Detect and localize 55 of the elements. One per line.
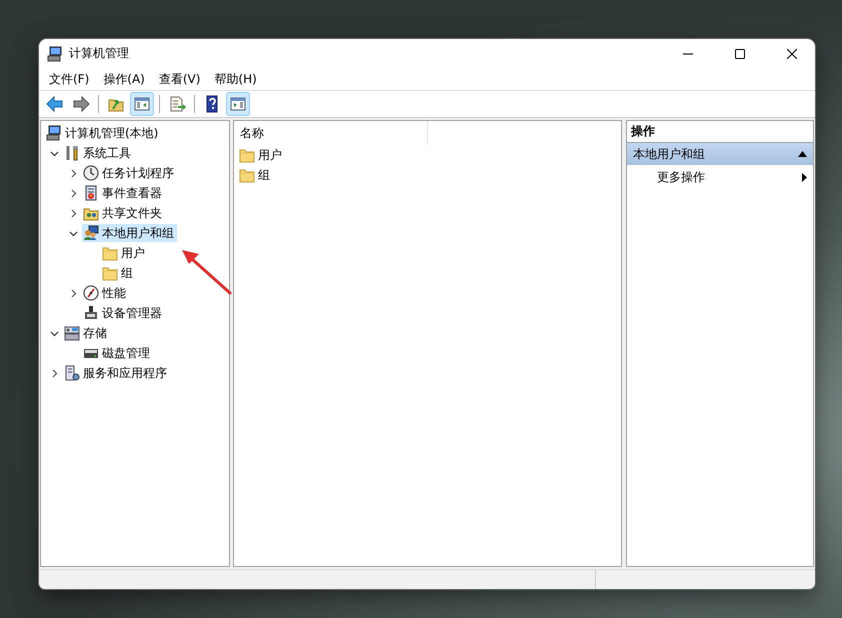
tree-item[interactable]: 组 <box>101 264 136 282</box>
list-item[interactable]: 组 <box>236 165 273 185</box>
maximize-icon <box>735 48 745 58</box>
tree-item[interactable]: 事件查看器 <box>82 184 165 202</box>
collapse-chevron-icon[interactable] <box>68 228 78 238</box>
gauge-icon <box>83 285 99 301</box>
collapse-chevron-icon[interactable] <box>50 148 58 158</box>
printer-device-icon <box>83 305 99 321</box>
storage-icon <box>64 325 80 341</box>
list-item[interactable]: 用户 <box>236 145 285 165</box>
toolbar-button[interactable] <box>130 92 154 116</box>
folder-icon <box>239 167 255 183</box>
tree-item[interactable]: 存储 <box>63 324 110 342</box>
expand-chevron-icon[interactable] <box>68 208 78 218</box>
tree-item[interactable]: 任务计划程序 <box>82 164 177 182</box>
tree-item[interactable]: 用户 <box>101 244 148 262</box>
menu-item[interactable]: 帮助(H) <box>208 68 263 90</box>
clock-icon <box>83 165 99 181</box>
event-log-icon <box>83 185 99 201</box>
toolbar-button[interactable] <box>226 92 250 116</box>
tree-item[interactable]: 磁盘管理 <box>82 344 153 362</box>
computer-icon <box>47 46 63 62</box>
tree-item[interactable]: 共享文件夹 <box>82 204 165 222</box>
tree-item[interactable]: 性能 <box>82 284 129 302</box>
expand-chevron-icon[interactable] <box>68 188 78 198</box>
folder-icon <box>102 265 118 281</box>
folder-icon <box>239 147 255 163</box>
expand-chevron-icon[interactable] <box>68 288 78 298</box>
users-icon <box>83 225 99 241</box>
menu-item[interactable]: 查看(V) <box>152 68 206 90</box>
folder-icon <box>102 245 118 261</box>
submenu-arrow-icon <box>802 172 807 182</box>
tree-item[interactable]: 服务和应用程序 <box>63 364 170 382</box>
forward-arrow-icon <box>72 95 90 113</box>
computer-icon <box>46 125 62 141</box>
tree-item[interactable]: 计算机管理(本地) <box>45 124 162 142</box>
server-gear-icon <box>64 365 80 381</box>
menu-item[interactable]: 操作(A) <box>97 68 151 90</box>
expand-chevron-icon[interactable] <box>68 168 78 178</box>
section-label: 本地用户和组 <box>633 146 705 162</box>
panel-left-icon <box>133 95 151 113</box>
close-icon <box>787 48 797 58</box>
tree-item[interactable]: 设备管理器 <box>82 304 165 322</box>
back-arrow-icon <box>46 95 64 113</box>
action-label: 更多操作 <box>657 168 705 186</box>
window-title: 计算机管理 <box>69 45 130 62</box>
export-list-icon <box>168 95 186 113</box>
tree-item[interactable]: 本地用户和组 <box>82 224 177 242</box>
tree-item[interactable]: 系统工具 <box>63 144 134 162</box>
collapse-chevron-icon[interactable] <box>50 328 58 338</box>
expand-chevron-icon[interactable] <box>50 368 58 378</box>
wrench-icon <box>64 145 80 161</box>
menu-item[interactable]: 文件(F) <box>43 68 96 90</box>
panel-right-icon <box>229 95 247 113</box>
action-section-header[interactable]: 本地用户和组 <box>627 143 813 165</box>
